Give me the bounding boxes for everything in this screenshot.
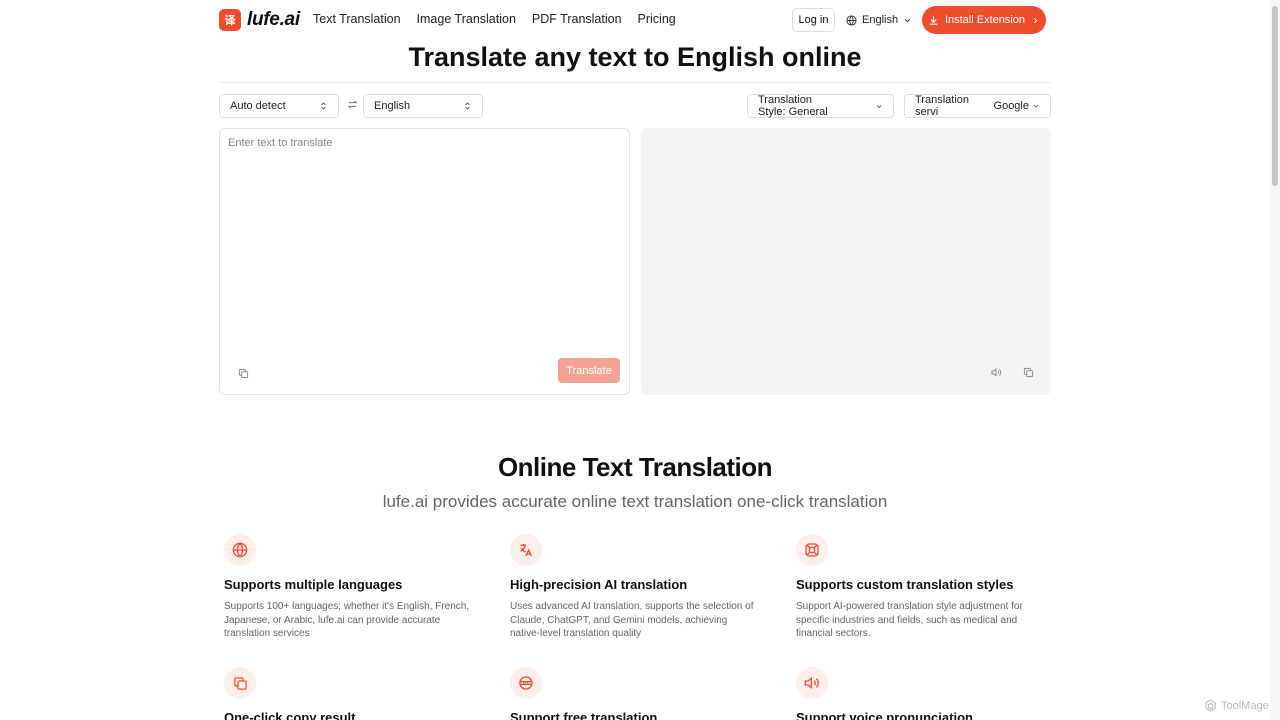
target-language-value: English <box>374 100 411 112</box>
language-switcher[interactable]: English <box>846 8 912 32</box>
feature-card: Supports custom translation styles Suppo… <box>796 534 1046 641</box>
feature-title: Supports custom translation styles <box>796 577 1014 592</box>
feature-desc: Uses advanced AI translation, supports t… <box>510 601 754 639</box>
nav-link-pdf-translation[interactable]: PDF Translation <box>532 12 622 26</box>
feature-title: Support free translation <box>510 710 658 720</box>
chevron-updown-icon <box>465 102 470 110</box>
install-extension-button[interactable]: Install Extension <box>922 6 1046 34</box>
translation-style-text: Translation Style: General <box>758 94 875 118</box>
feature-icon-wrap <box>510 667 542 699</box>
logo[interactable]: 译 lufe.ai <box>219 9 300 31</box>
translation-style-value: General <box>788 106 828 118</box>
translation-result-panel <box>641 128 1051 395</box>
translation-style-select[interactable]: Translation Style: General <box>747 94 894 118</box>
chevron-down-icon <box>876 104 882 108</box>
scrollbar-thumb[interactable] <box>1272 6 1278 186</box>
source-language-select[interactable]: Auto detect <box>219 94 339 118</box>
globe-icon <box>846 14 857 26</box>
translate-icon <box>520 544 532 557</box>
chevron-right-icon <box>1034 17 1038 23</box>
download-icon <box>929 15 938 25</box>
speaker-icon <box>804 676 819 690</box>
login-button[interactable]: Log in <box>792 8 835 32</box>
feature-title: Support voice pronunciation <box>796 710 973 720</box>
speaker-icon <box>990 367 1001 377</box>
source-text-panel: Translate <box>219 128 630 395</box>
feature-title: High-precision AI translation <box>510 577 688 592</box>
page-title: Translate any text to English online <box>408 42 862 72</box>
toolmage-logo-icon <box>1205 699 1216 712</box>
feature-card: High-precision AI translation Uses advan… <box>510 534 760 641</box>
copy-source-button[interactable] <box>235 365 251 381</box>
logo-text: lufe.ai <box>247 9 300 30</box>
copy-icon <box>233 676 247 690</box>
feature-icon-wrap <box>510 534 542 566</box>
swap-languages-button[interactable] <box>345 99 359 113</box>
chevron-down-icon <box>1033 104 1039 108</box>
watermark: ToolMage <box>1204 699 1269 712</box>
translation-service-select[interactable]: Translation servi Google <box>904 94 1051 118</box>
copy-result-button[interactable] <box>1020 364 1036 380</box>
section-title: Online Text Translation <box>497 452 773 482</box>
feature-card: One-click copy result <box>224 667 474 720</box>
nav-link-pricing[interactable]: Pricing <box>638 12 676 26</box>
free-icon <box>519 676 533 690</box>
feature-icon-wrap <box>224 667 256 699</box>
nav-link-text-translation[interactable]: Text Translation <box>313 12 401 26</box>
target-language-select[interactable]: English <box>363 94 483 118</box>
top-nav: 译 lufe.ai Text Translation Image Transla… <box>0 0 1270 40</box>
style-icon <box>805 543 819 557</box>
globe-icon <box>232 542 248 558</box>
feature-icon-wrap <box>224 534 256 566</box>
nav-link-image-translation[interactable]: Image Translation <box>417 12 516 26</box>
feature-title: Supports multiple languages <box>224 577 403 592</box>
language-label: English <box>862 14 899 26</box>
copy-icon <box>1023 367 1033 377</box>
copy-icon <box>238 368 248 378</box>
swap-icon <box>347 100 357 109</box>
watermark-text: ToolMage <box>1221 699 1269 712</box>
chevron-updown-icon <box>321 102 326 110</box>
logo-mark: 译 <box>219 9 241 31</box>
translation-service-value: Google <box>993 100 1029 112</box>
install-label: Install Extension <box>944 14 1026 26</box>
nav-links: Text Translation Image Translation PDF T… <box>313 12 676 26</box>
feature-icon-wrap <box>796 534 828 566</box>
feature-desc: Support AI-powered translation style adj… <box>796 601 1023 639</box>
translate-button[interactable]: Translate <box>558 358 620 383</box>
source-language-value: Auto detect <box>230 100 286 112</box>
divider <box>219 82 1051 83</box>
feature-title: One-click copy result <box>224 710 356 720</box>
translation-service-label: Translation servi <box>915 94 970 118</box>
section-subtitle: lufe.ai provides accurate online text tr… <box>382 492 888 511</box>
speak-result-button[interactable] <box>988 364 1004 380</box>
feature-card: Support free translation <box>510 667 760 720</box>
chevron-down-icon <box>904 18 911 22</box>
feature-card: Supports multiple languages Supports 100… <box>224 534 474 641</box>
feature-card: Support voice pronunciation <box>796 667 1046 720</box>
feature-icon-wrap <box>796 667 828 699</box>
source-text-input[interactable] <box>228 137 620 347</box>
translation-service-value-wrap: Google <box>994 100 1040 112</box>
feature-desc: Supports 100+ languages; whether it's En… <box>224 601 470 639</box>
